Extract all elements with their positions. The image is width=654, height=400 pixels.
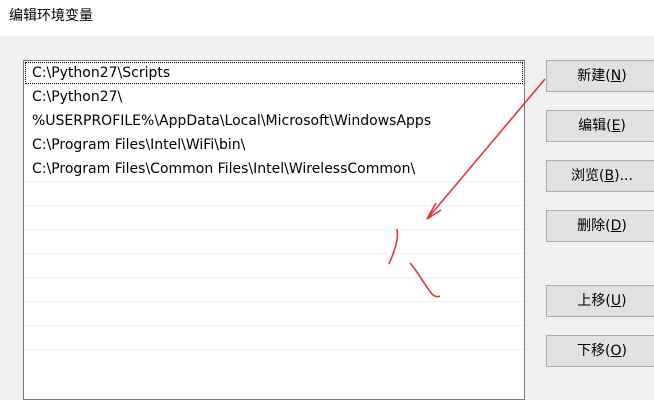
move-up-button-label: 上移( [577, 293, 611, 309]
browse-button-label: 浏览( [571, 168, 605, 184]
delete-button-label-end: ) [621, 218, 627, 234]
delete-button-label: 删除( [577, 218, 611, 234]
new-button[interactable]: 新建(N) [546, 60, 654, 92]
move-down-button[interactable]: 下移(O) [546, 335, 654, 367]
move-up-button-label-end: ) [621, 293, 627, 309]
empty-row[interactable] [24, 181, 524, 205]
path-list[interactable]: C:\Python27\Scripts C:\Python27\ %USERPR… [23, 60, 525, 400]
empty-row[interactable] [24, 325, 524, 349]
title-bar: 编辑环境变量 [0, 0, 654, 36]
browse-button-label-end: )... [614, 168, 633, 184]
move-up-button-accesskey: U [610, 293, 622, 309]
list-item[interactable]: %USERPROFILE%\AppData\Local\Microsoft\Wi… [24, 109, 524, 133]
delete-button[interactable]: 删除(D) [546, 210, 654, 242]
list-item[interactable]: C:\Program Files\Common Files\Intel\Wire… [24, 157, 524, 181]
empty-row[interactable] [24, 349, 524, 373]
edit-button-label: 编辑( [578, 118, 612, 134]
path-rows: C:\Python27\Scripts C:\Python27\ %USERPR… [24, 61, 524, 373]
new-button-label-end: ) [621, 68, 627, 84]
empty-row[interactable] [24, 301, 524, 325]
browse-button[interactable]: 浏览(B)... [546, 160, 654, 192]
move-up-button[interactable]: 上移(U) [546, 285, 654, 317]
empty-row[interactable] [24, 277, 524, 301]
delete-button-accesskey: D [610, 218, 622, 234]
empty-row[interactable] [24, 253, 524, 277]
empty-row[interactable] [24, 229, 524, 253]
window-title: 编辑环境变量 [9, 8, 93, 24]
empty-row[interactable] [24, 205, 524, 229]
list-item[interactable]: C:\Python27\ [24, 85, 524, 109]
edit-button[interactable]: 编辑(E) [546, 110, 654, 142]
list-item[interactable]: C:\Program Files\Intel\WiFi\bin\ [24, 133, 524, 157]
list-item[interactable]: C:\Python27\Scripts [24, 61, 524, 85]
browse-button-accesskey: B [604, 168, 615, 184]
move-down-button-accesskey: O [610, 343, 622, 359]
new-button-accesskey: N [610, 68, 622, 84]
move-down-button-label-end: ) [621, 343, 627, 359]
edit-button-label-end: ) [620, 118, 626, 134]
new-button-label: 新建( [577, 68, 611, 84]
move-down-button-label: 下移( [577, 343, 611, 359]
